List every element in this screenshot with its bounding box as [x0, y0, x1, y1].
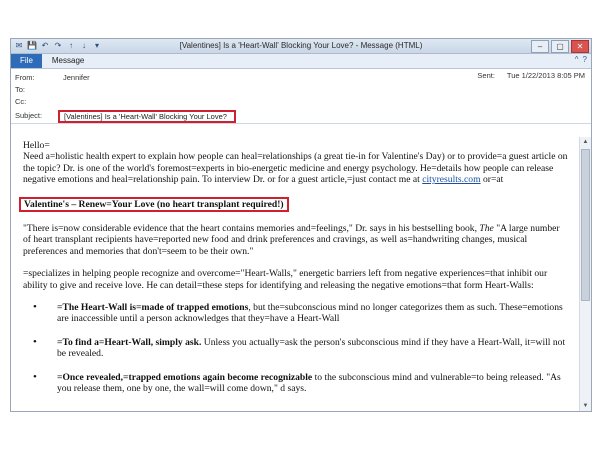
bullet-icon: •: [33, 335, 37, 348]
next-item-icon[interactable]: ↓: [79, 41, 89, 51]
quote-paragraph: "There is=now considerable evidence that…: [23, 223, 569, 257]
message-header: From: Jennifer To: Cc: Subject: [Valenti…: [11, 69, 591, 124]
save-icon[interactable]: 💾: [27, 41, 37, 51]
bullet-icon: •: [33, 370, 37, 383]
tab-file[interactable]: File: [11, 54, 42, 68]
close-button[interactable]: ✕: [571, 40, 589, 53]
minimize-button[interactable]: –: [531, 40, 549, 53]
headline-highlight-box: Valentine's – Renew=Your Love (no heart …: [19, 196, 289, 213]
scroll-up-icon[interactable]: ▲: [580, 137, 591, 147]
bullet-bold: =The Heart-Wall is=made of trapped emoti…: [57, 302, 249, 314]
bullet-bold: =Once revealed,=trapped emotions again b…: [57, 371, 313, 383]
redo-icon[interactable]: ↷: [53, 41, 63, 51]
previous-item-icon[interactable]: ↑: [66, 41, 76, 51]
sent-value: Tue 1/22/2013 8:05 PM: [506, 71, 585, 80]
maximize-button[interactable]: ▢: [551, 40, 569, 53]
minimize-ribbon-icon[interactable]: ^: [575, 55, 579, 64]
scroll-thumb[interactable]: [581, 149, 590, 301]
undo-icon[interactable]: ↶: [40, 41, 50, 51]
subject-label: Subject:: [15, 111, 43, 120]
from-label: From:: [15, 73, 35, 82]
ribbon-right-controls: ^ ?: [575, 55, 587, 64]
steps-list: • =The Heart-Wall is=made of trapped emot…: [23, 301, 569, 395]
list-item: • =The Heart-Wall is=made of trapped emot…: [23, 301, 569, 325]
quote-text-1: "There is=now considerable evidence that…: [23, 223, 480, 235]
sent-info: Sent: Tue 1/22/2013 8:05 PM: [477, 71, 585, 80]
window-controls: – ▢ ✕: [531, 40, 589, 53]
vertical-scrollbar[interactable]: ▲ ▼: [579, 137, 591, 411]
outlook-icon: ✉: [15, 41, 23, 50]
cc-label: Cc:: [15, 97, 27, 106]
intro-paragraph: Need a=holistic health expert to explain…: [23, 151, 569, 185]
list-item: • =Once revealed,=trapped emotions again …: [23, 370, 569, 395]
list-item: • =To find a=Heart-Wall, simply ask. Unle…: [23, 335, 569, 360]
scroll-down-icon[interactable]: ▼: [580, 401, 591, 411]
book-title: The: [479, 223, 494, 235]
sent-label: Sent:: [477, 71, 495, 80]
tab-message[interactable]: Message: [42, 54, 94, 68]
email-link[interactable]: cityresults.com: [422, 174, 480, 185]
bullet-icon: •: [33, 301, 37, 314]
message-body: Hello= Need a=holistic health expert to …: [11, 137, 579, 411]
bullet-bold: =To find a=Heart-Wall, simply ask.: [57, 336, 202, 348]
to-label: To:: [15, 85, 26, 94]
greeting: Hello=: [23, 140, 50, 151]
intro-tail: or=at: [480, 174, 504, 186]
ribbon-tabs: File Message ^ ?: [11, 54, 591, 69]
subject-highlight-box: [Valentines] Is a 'Heart-Wall' Blocking …: [58, 110, 236, 123]
subject-value: [Valentines] Is a 'Heart-Wall' Blocking …: [64, 112, 227, 121]
outlook-message-window: ✉ 💾 ↶ ↷ ↑ ↓ ▾ [Valentines] Is a 'Heart-W…: [10, 38, 592, 412]
specializes-paragraph: =specializes in helping people recognize…: [23, 268, 548, 291]
title-bar: ✉ 💾 ↶ ↷ ↑ ↓ ▾ [Valentines] Is a 'Heart-W…: [11, 39, 591, 54]
customize-toolbar-icon[interactable]: ▾: [92, 41, 102, 51]
quick-access-toolbar: ✉ 💾 ↶ ↷ ↑ ↓ ▾: [11, 41, 102, 51]
from-value[interactable]: Jennifer: [63, 73, 90, 83]
help-icon[interactable]: ?: [583, 55, 587, 64]
